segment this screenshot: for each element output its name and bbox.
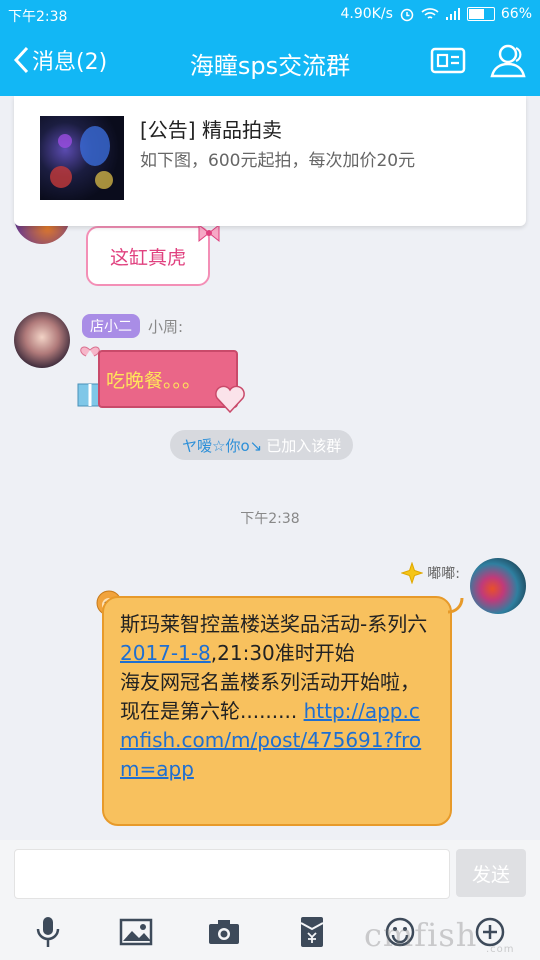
message-timestamp: 下午2:38 xyxy=(240,511,300,527)
red-envelope-icon xyxy=(300,917,324,947)
network-speed: 4.90K/s xyxy=(340,6,393,22)
message-text: 吃晚餐。。。 xyxy=(106,370,202,392)
announcement-thumbnail xyxy=(40,116,124,200)
message-line: 斯玛莱智控盖楼送奖品活动-系列六 xyxy=(120,612,428,636)
voice-button[interactable] xyxy=(28,912,68,952)
wifi-icon xyxy=(421,8,439,19)
members-icon xyxy=(490,44,526,78)
group-profile-button[interactable] xyxy=(430,42,466,82)
title-bar: 消息(2) 海瞳sps交流群 xyxy=(0,30,540,96)
message-input[interactable] xyxy=(14,849,450,899)
member-title-badge: 店小二 xyxy=(82,314,140,338)
status-right: 4.90K/s 66% xyxy=(341,6,533,22)
message-text: 这缸真虎 xyxy=(109,246,186,269)
date-link[interactable]: 2017-1-8 xyxy=(120,641,211,665)
red-envelope-button[interactable] xyxy=(292,912,332,952)
svg-text:cmfish: cmfish xyxy=(364,916,477,954)
status-bar: 下午2:38 4.90K/s 66% xyxy=(0,0,540,30)
input-bar: 发送 cmfish .com xyxy=(0,840,540,960)
camera-icon xyxy=(209,920,239,944)
alarm-icon xyxy=(400,8,414,22)
group-profile-icon xyxy=(430,47,466,74)
heart-icon xyxy=(215,385,245,414)
svg-text:.com: .com xyxy=(486,944,515,954)
avatar[interactable] xyxy=(14,312,70,368)
signal-icon xyxy=(445,8,460,20)
sender-name: 嘟嘟: xyxy=(427,566,460,582)
status-time: 下午2:38 xyxy=(8,9,68,25)
members-button[interactable] xyxy=(488,42,528,84)
announcement-card[interactable]: [公告] 精品拍卖 如下图，600元起拍，每次加价20元 xyxy=(14,96,526,226)
camera-button[interactable] xyxy=(204,912,244,952)
sparkle-icon xyxy=(401,562,424,584)
image-icon xyxy=(119,918,153,946)
message-line: ,21:30准时开始 xyxy=(210,641,355,665)
message-bubble[interactable]: 这缸真虎 xyxy=(86,226,210,286)
sender-row: 嘟嘟: xyxy=(401,562,460,584)
tail-icon xyxy=(447,597,464,614)
battery-text: 66% xyxy=(500,6,532,22)
image-button[interactable] xyxy=(116,912,156,952)
battery-icon xyxy=(466,7,495,21)
message-bubble[interactable]: 斯玛莱智控盖楼送奖品活动-系列六 2017-1-8,21:30准时开始 海友网冠… xyxy=(102,596,452,826)
watermark-logo: cmfish .com xyxy=(364,916,515,954)
send-button[interactable]: 发送 xyxy=(456,849,526,897)
join-notice-text: 已加入该群 xyxy=(266,436,342,455)
join-notice: ヤ嗳☆你o↘ 已加入该群 xyxy=(170,430,354,460)
microphone-icon xyxy=(36,917,60,947)
joined-user-name[interactable]: ヤ嗳☆你o↘ xyxy=(182,435,262,456)
announcement-title: [公告] 精品拍卖 xyxy=(140,118,282,142)
sender-name: 小周: xyxy=(148,318,184,336)
announcement-subtitle: 如下图，600元起拍，每次加价20元 xyxy=(140,151,416,171)
avatar[interactable] xyxy=(470,558,526,614)
